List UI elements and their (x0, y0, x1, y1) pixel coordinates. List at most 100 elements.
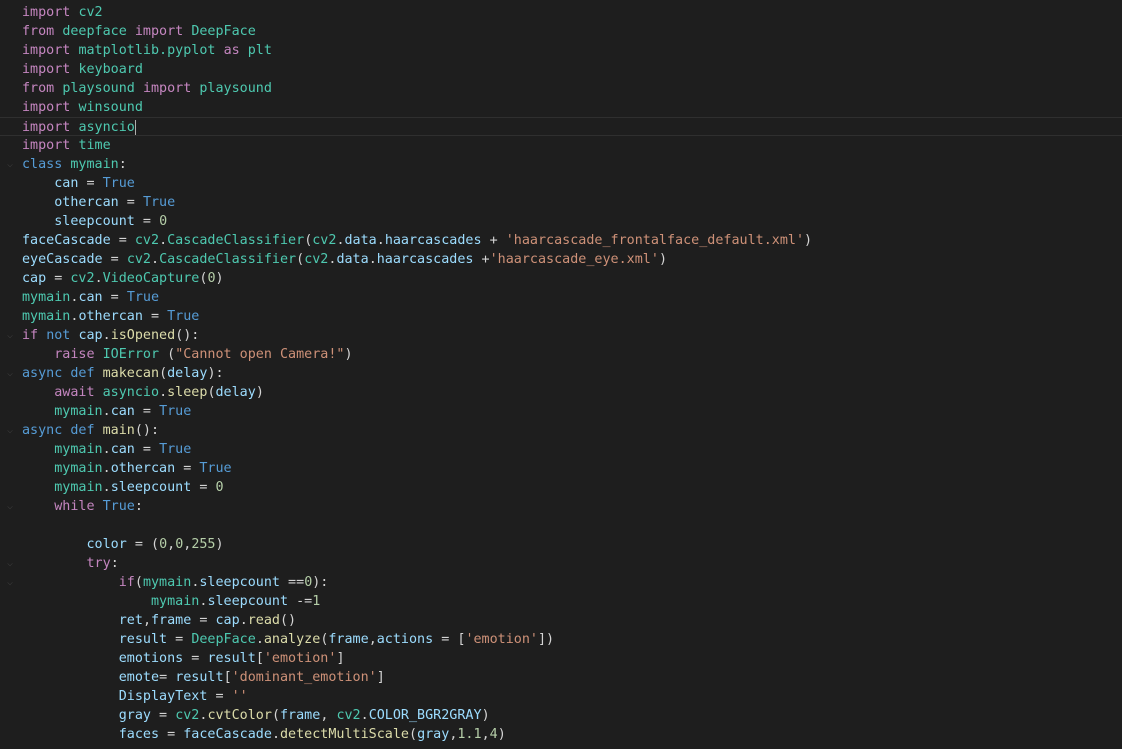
code-token: CascadeClassifier (167, 233, 305, 248)
code-text: can = True (22, 174, 135, 193)
code-text: cap = cv2.VideoCapture(0) (22, 269, 224, 288)
code-line[interactable]: ⌵ while True: (0, 497, 1122, 516)
code-token: : (110, 556, 119, 571)
code-line[interactable]: mymain.can = True (0, 402, 1122, 421)
code-line[interactable]: ⌵ class mymain: (0, 155, 1122, 174)
code-line[interactable]: raise IOError ("Cannot open Camera!") (0, 345, 1122, 364)
code-token: async (22, 423, 63, 438)
code-token: = ( (126, 537, 160, 552)
code-token: sleepcount (199, 575, 280, 590)
code-line[interactable]: color = (0,0,255) (0, 535, 1122, 554)
code-line[interactable]: mymain.sleepcount -=1 (0, 592, 1122, 611)
code-token: [ (255, 651, 264, 666)
code-line[interactable]: cap = cv2.VideoCapture(0) (0, 269, 1122, 288)
code-token: async (22, 366, 63, 381)
code-line[interactable]: import winsound (0, 98, 1122, 117)
code-line[interactable]: result = DeepFace.analyze(frame,actions … (0, 630, 1122, 649)
code-token: True (102, 176, 135, 191)
code-line[interactable]: import keyboard (0, 60, 1122, 79)
fold-chevron-icon[interactable]: ⌵ (4, 554, 16, 573)
code-text: othercan = True (22, 193, 175, 212)
code-line[interactable]: mymain.othercan = True (0, 307, 1122, 326)
code-token: COLOR_BGR2GRAY (368, 708, 482, 723)
code-token: 'haarcascade_eye.xml' (489, 252, 659, 267)
code-token: winsound (78, 100, 143, 115)
code-line[interactable] (0, 516, 1122, 535)
code-token: 0 (159, 214, 168, 229)
code-line[interactable]: emote= result['dominant_emotion'] (0, 668, 1122, 687)
code-token: True (126, 290, 160, 305)
code-text: import matplotlib.pyplot as plt (22, 41, 272, 60)
code-text: mymain.othercan = True (22, 459, 231, 478)
code-token: 255 (191, 537, 216, 552)
fold-chevron-icon[interactable]: ⌵ (4, 573, 16, 592)
code-line[interactable]: ⌵ try: (0, 554, 1122, 573)
code-token: . (239, 613, 248, 628)
code-line[interactable]: mymain.othercan = True (0, 459, 1122, 478)
code-line[interactable]: ⌵ async def makecan(delay): (0, 364, 1122, 383)
code-text: from playsound import playsound (22, 79, 272, 98)
code-line[interactable]: can = True (0, 174, 1122, 193)
code-token: . (376, 233, 385, 248)
code-line[interactable]: DisplayText = '' (0, 687, 1122, 706)
code-text: from deepface import DeepFace (22, 22, 256, 41)
code-line[interactable]: ⌵ if not cap.isOpened(): (0, 326, 1122, 345)
fold-chevron-icon[interactable]: ⌵ (4, 326, 16, 345)
code-token: actions (376, 632, 434, 647)
code-token: == (280, 575, 305, 590)
code-line[interactable]: faces = faceCascade.detectMultiScale(gra… (0, 725, 1122, 744)
code-line[interactable]: await asyncio.sleep(delay) (0, 383, 1122, 402)
code-line[interactable]: othercan = True (0, 193, 1122, 212)
code-line[interactable]: sleepcount = 0 (0, 212, 1122, 231)
fold-chevron-icon[interactable]: ⌵ (4, 364, 16, 383)
code-text: emotions = result['emotion'] (22, 649, 345, 668)
code-token: cv2 (126, 252, 151, 267)
code-editor[interactable]: import cv2 from deepface import DeepFace i… (0, 0, 1122, 749)
fold-chevron-icon[interactable]: ⌵ (4, 155, 16, 174)
code-token: , (167, 537, 176, 552)
code-line[interactable]: import time (0, 136, 1122, 155)
code-token: import (22, 138, 71, 153)
code-token: haarcascades (376, 252, 474, 267)
code-line[interactable]: eyeCascade = cv2.CascadeClassifier(cv2.d… (0, 250, 1122, 269)
code-token: + (481, 233, 506, 248)
code-token: asyncio (78, 120, 135, 135)
code-line[interactable]: mymain.can = True (0, 288, 1122, 307)
code-line[interactable]: faceCascade = cv2.CascadeClassifier(cv2.… (0, 231, 1122, 250)
code-token: 1.1 (457, 727, 482, 742)
code-token: . (159, 385, 168, 400)
code-text: sleepcount = 0 (22, 212, 167, 231)
fold-chevron-icon[interactable]: ⌵ (4, 497, 16, 516)
code-token: cv2 (304, 252, 329, 267)
code-line[interactable]: from playsound import playsound (0, 79, 1122, 98)
code-line[interactable]: import asyncio (0, 117, 1122, 136)
code-line[interactable]: emotions = result['emotion'] (0, 649, 1122, 668)
code-line[interactable]: mymain.can = True (0, 440, 1122, 459)
code-text: mymain.can = True (22, 288, 159, 307)
code-token: (): (134, 423, 160, 438)
fold-chevron-icon[interactable]: ⌵ (4, 421, 16, 440)
code-line[interactable]: mymain.sleepcount = 0 (0, 478, 1122, 497)
code-token: faceCascade (183, 727, 272, 742)
code-token: from (22, 81, 55, 96)
code-token: . (159, 233, 168, 248)
code-line[interactable]: ⌵ async def main(): (0, 421, 1122, 440)
code-line[interactable]: ⌵ if(mymain.sleepcount ==0): (0, 573, 1122, 592)
code-line[interactable]: ret,frame = cap.read() (0, 611, 1122, 630)
code-line[interactable]: import matplotlib.pyplot as plt (0, 41, 1122, 60)
code-line[interactable]: from deepface import DeepFace (0, 22, 1122, 41)
code-token: deepface (62, 24, 127, 39)
code-line[interactable]: gray = cv2.cvtColor(frame, cv2.COLOR_BGR… (0, 706, 1122, 725)
code-token: 'emotion' (465, 632, 538, 647)
code-line[interactable]: import cv2 (0, 3, 1122, 22)
code-text: mymain.othercan = True (22, 307, 199, 326)
